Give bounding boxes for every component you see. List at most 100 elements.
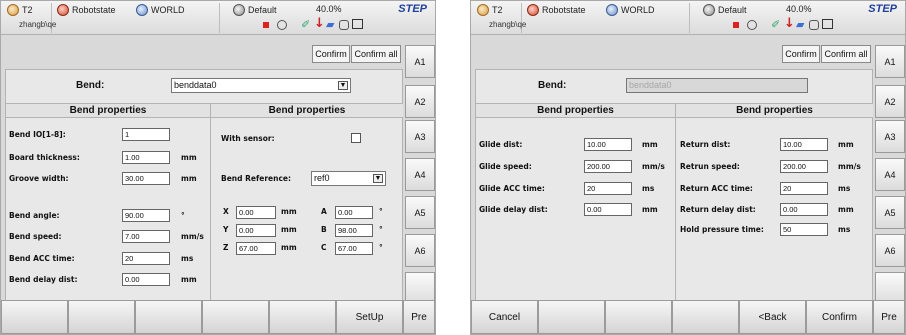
x-input[interactable]: 0.00: [236, 206, 276, 219]
return-dist-input[interactable]: 10.00: [780, 138, 828, 151]
field-label: Bend ACC time:: [9, 254, 75, 263]
bend-speed-input[interactable]: 7.00: [122, 230, 170, 243]
tool-status[interactable]: Default: [703, 4, 747, 16]
soft-key-bar: SetUp Pre: [1, 300, 435, 334]
confirm-all-button[interactable]: Confirm all: [351, 45, 401, 63]
softkey-4[interactable]: [202, 300, 269, 334]
softkey-1[interactable]: [1, 300, 68, 334]
robotstate-icon: [57, 4, 69, 16]
cube-icon: [352, 19, 363, 29]
axis-a5-button[interactable]: A5: [405, 196, 435, 229]
axis-a6-button[interactable]: A6: [405, 234, 435, 267]
bend-delay-dist-input[interactable]: 0.00: [122, 273, 170, 286]
chevron-down-icon[interactable]: ▼: [338, 81, 348, 90]
glide-speed-input[interactable]: 200.00: [584, 160, 632, 173]
world-status[interactable]: WORLD: [136, 4, 185, 16]
t2-label: T2: [22, 5, 33, 15]
glide-acc-time-input[interactable]: 20: [584, 182, 632, 195]
field-label: Return delay dist:: [680, 205, 756, 214]
bend-row: Bend: benddata0: [476, 70, 872, 102]
axis-a4-button[interactable]: A4: [875, 158, 905, 191]
axis-a3-button[interactable]: A3: [875, 120, 905, 153]
program-icon: [809, 20, 819, 30]
field-label: Glide dist:: [479, 140, 523, 149]
t2-status[interactable]: T2: [7, 4, 33, 16]
robotstate-status[interactable]: Robotstate: [527, 4, 586, 16]
field-unit: mm/s: [838, 162, 861, 171]
glide-dist-input[interactable]: 10.00: [584, 138, 632, 151]
a-input[interactable]: 0.00: [335, 206, 373, 219]
soft-key-bar: Cancel <Back Confirm Pre: [471, 300, 905, 334]
speed-status[interactable]: 40.0%: [786, 4, 812, 14]
pre-button[interactable]: Pre: [403, 300, 435, 334]
axis-a1-button[interactable]: A1: [405, 45, 435, 78]
bend-properties-left: Bend properties Glide dist: 10.00 mm Gli…: [476, 103, 676, 303]
pre-button[interactable]: Pre: [873, 300, 905, 334]
world-status[interactable]: WORLD: [606, 4, 655, 16]
robotstate-label: Robotstate: [72, 5, 116, 15]
axis-a6-button[interactable]: A6: [875, 234, 905, 267]
bend-reference-select[interactable]: ref0 ▼: [311, 171, 386, 186]
field-unit: ms: [642, 184, 655, 193]
t2-status[interactable]: T2: [477, 4, 503, 16]
back-button[interactable]: <Back: [739, 300, 806, 334]
axis-label: X: [223, 207, 229, 216]
status-bar: T2 Robotstate WORLD Default 40.0% STEP z…: [471, 1, 905, 35]
axis-a2-button[interactable]: A2: [405, 85, 435, 118]
confirm-all-button[interactable]: Confirm all: [821, 45, 871, 63]
speed-status[interactable]: 40.0%: [316, 4, 342, 14]
cube-icon: [822, 19, 833, 29]
axis-a3-button[interactable]: A3: [405, 120, 435, 153]
softkey-3[interactable]: [135, 300, 202, 334]
robotstate-status[interactable]: Robotstate: [57, 4, 116, 16]
axis-a5-button[interactable]: A5: [875, 196, 905, 229]
jog-icon: ✐: [301, 18, 311, 31]
hold-pressure-time-input[interactable]: 50: [780, 223, 828, 236]
tool-status[interactable]: Default: [233, 4, 277, 16]
softkey-4[interactable]: [672, 300, 739, 334]
return-delay-dist-input[interactable]: 0.00: [780, 203, 828, 216]
bend-acc-time-input[interactable]: 20: [122, 252, 170, 265]
field-unit: mm: [181, 275, 197, 284]
bend-row: Bend: benddata0 ▼: [6, 70, 402, 102]
return-speed-input[interactable]: 200.00: [780, 160, 828, 173]
softkey-2[interactable]: [538, 300, 605, 334]
groove-width-input[interactable]: 30.00: [122, 172, 170, 185]
glide-delay-dist-input[interactable]: 0.00: [584, 203, 632, 216]
mode-label[interactable]: STEP: [398, 3, 427, 15]
with-sensor-label: With sensor:: [221, 134, 275, 143]
cancel-button[interactable]: Cancel: [471, 300, 538, 334]
z-input[interactable]: 67.00: [236, 242, 276, 255]
program-icon: [339, 20, 349, 30]
speed-label: 40.0%: [316, 4, 342, 14]
bend-angle-input[interactable]: 90.00: [122, 209, 170, 222]
axis-a4-button[interactable]: A4: [405, 158, 435, 191]
tool-icon: [233, 4, 245, 16]
y-input[interactable]: 0.00: [236, 224, 276, 237]
with-sensor-checkbox[interactable]: [351, 133, 361, 143]
c-input[interactable]: 67.00: [335, 242, 373, 255]
softkey-5[interactable]: [269, 300, 336, 334]
softkey-2[interactable]: [68, 300, 135, 334]
servo-icon: [747, 20, 757, 30]
confirm-button[interactable]: Confirm: [782, 45, 820, 63]
divider: [219, 3, 220, 33]
bend-settings-panel-page2: T2 Robotstate WORLD Default 40.0% STEP z…: [470, 0, 906, 335]
confirm-button[interactable]: Confirm: [312, 45, 350, 63]
setup-button[interactable]: SetUp: [336, 300, 403, 334]
axis-a1-button[interactable]: A1: [875, 45, 905, 78]
mode-label[interactable]: STEP: [868, 3, 897, 15]
softkey-3[interactable]: [605, 300, 672, 334]
down-arrow-icon: ↓: [314, 16, 325, 31]
status-bar: T2 Robotstate WORLD Default 40.0% STEP z…: [1, 1, 435, 35]
b-input[interactable]: 98.00: [335, 224, 373, 237]
robotstate-label: Robotstate: [542, 5, 586, 15]
bend-select[interactable]: benddata0 ▼: [171, 78, 351, 93]
axis-a2-button[interactable]: A2: [875, 85, 905, 118]
chevron-down-icon[interactable]: ▼: [373, 174, 383, 183]
return-acc-time-input[interactable]: 20: [780, 182, 828, 195]
board-thickness-input[interactable]: 1.00: [122, 151, 170, 164]
confirm-page-button[interactable]: Confirm: [806, 300, 873, 334]
robot-icon: [477, 4, 489, 16]
bend-io-input[interactable]: 1: [122, 128, 170, 141]
